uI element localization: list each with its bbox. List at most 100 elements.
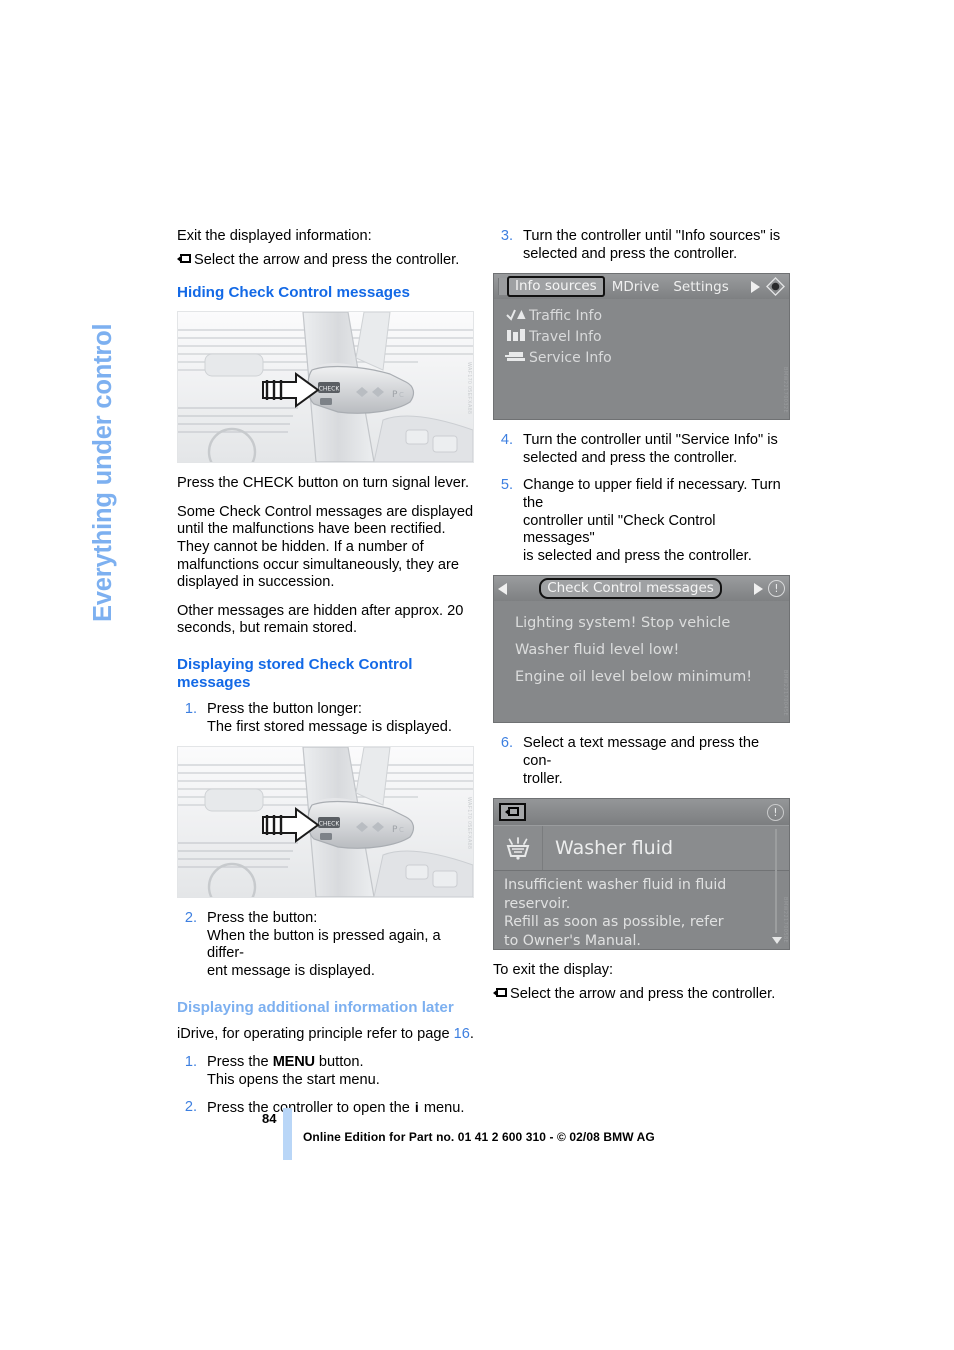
traffic-info-icon	[503, 307, 529, 325]
washer-fluid-icon	[494, 826, 543, 871]
step-number: 3.	[500, 228, 513, 244]
tab-info-sources[interactable]: Info sources	[507, 276, 605, 298]
step-text-line: The first stored message is displayed.	[207, 718, 452, 735]
step-text-line: ent message is displayed.	[207, 962, 375, 979]
step-text-suffix: menu.	[419, 1100, 465, 1117]
list-item-label: Traffic Info	[529, 307, 603, 324]
step-stored-1: 1. Press the button longer: The first st…	[177, 701, 475, 736]
screen-title: Washer fluid	[555, 837, 674, 860]
svg-text:C: C	[399, 826, 404, 834]
exit-info-action: Select the arrow and press the controlle…	[177, 252, 475, 270]
back-arrow-icon	[177, 253, 192, 265]
screen-title-bar: Check Control messages !	[494, 576, 789, 602]
step-4: 4. Turn the controller until "Service In…	[493, 432, 791, 467]
body-line: Insufficient washer fluid in fluid	[504, 877, 727, 894]
scrollbar-track	[775, 829, 777, 934]
idrive-note-text: iDrive, for operating principle refer to…	[177, 1025, 454, 1042]
step-3: 3. Turn the controller until "Info sourc…	[493, 228, 791, 263]
screen-info-sources: Info sources MDrive Settings Traffic Inf…	[493, 273, 790, 421]
step-5: 5. Change to upper field if necessary. T…	[493, 477, 791, 565]
back-arrow-icon	[493, 987, 508, 999]
body-line: to Owner's Manual.	[504, 932, 641, 949]
list-item-service-info[interactable]: Service Info	[494, 347, 789, 368]
list-item-label: Travel Info	[529, 328, 602, 345]
page-reference-link[interactable]: 16	[454, 1026, 470, 1042]
screen-list: Traffic Info Travel Info Service Info	[494, 299, 789, 406]
warning-indicator-icon: !	[767, 803, 784, 821]
step-number: 5.	[500, 477, 513, 494]
screen-tab-bar: Info sources MDrive Settings	[494, 274, 789, 300]
step-menu-1: 1. Press the MENU button. This opens the…	[177, 1054, 475, 1089]
step-text-line: is selected and press the controller.	[523, 547, 752, 564]
photo-id-code: WAF170 05EFXA88	[466, 797, 472, 850]
service-info-icon	[503, 349, 529, 367]
step-text-line: Turn the controller until "Info sources"…	[523, 228, 781, 244]
svg-text:C: C	[399, 391, 404, 399]
para-press-check: Press the CHECK button on turn signal le…	[177, 475, 470, 492]
left-column: Exit the displayed information: Select t…	[177, 228, 475, 1128]
list-item-travel-info[interactable]: Travel Info	[494, 326, 789, 347]
photo-turn-signal-lever-2: CHECK P C WAF170 05EFXA88	[177, 746, 474, 899]
photo-id-code: WAF170 05EFXA88	[466, 362, 472, 415]
list-item-traffic-info[interactable]: Traffic Info	[494, 305, 789, 326]
heading-displaying-stored: Displaying stored Check Control messages	[177, 655, 413, 691]
step-number: 4.	[500, 432, 513, 449]
step-text-line: Turn the controller until "Service Info"…	[523, 432, 778, 449]
step-text-line: Press the controller to open the i menu.	[207, 1099, 475, 1118]
list-item-message[interactable]: Washer fluid level low!	[494, 637, 789, 664]
svg-text:CHECK: CHECK	[319, 821, 341, 828]
step-number: 2.	[184, 1099, 197, 1116]
exit-display-label: To exit the display:	[493, 962, 614, 979]
scrollbar[interactable]	[772, 829, 782, 945]
previous-arrow-icon[interactable]	[498, 582, 507, 595]
step-number: 2.	[184, 910, 197, 927]
screen-check-control-messages: Check Control messages ! Lighting system…	[493, 575, 790, 724]
screen-title: Check Control messages	[539, 578, 722, 600]
screen-washer-fluid: ! Washer fluid Insufficient washer fluid…	[493, 798, 790, 951]
photo-turn-signal-lever-1: CHECK P C WAF170 05EFXA88	[177, 311, 474, 464]
tab-mdrive[interactable]: MDrive	[605, 279, 667, 295]
step-text-line: selected and press the controller.	[523, 449, 738, 466]
right-column: 3. Turn the controller until "Info sourc…	[493, 228, 791, 1014]
next-arrow-icon[interactable]	[754, 582, 763, 595]
heading-additional-info: Displaying additional information later	[177, 998, 454, 1016]
step-6: 6. Select a text message and press the c…	[493, 735, 791, 788]
body-line: Refill as soon as possible, refer	[504, 914, 724, 931]
step-stored-2: 2. Press the button: When the button is …	[177, 910, 475, 980]
tab-bar-edge	[498, 278, 507, 296]
step-text-line: When the button is pressed again, a diff…	[207, 927, 441, 962]
para-other-messages: Other messages are hidden after approx. …	[177, 602, 464, 637]
back-arrow-icon	[505, 806, 520, 818]
screen-header-row: Washer fluid	[494, 825, 789, 872]
exit-info-action-text: Select the arrow and press the controlle…	[194, 251, 460, 268]
page-number: 84	[262, 1111, 277, 1126]
footer-accent-bar	[283, 1108, 292, 1160]
exit-display-action-text: Select the arrow and press the controlle…	[510, 985, 776, 1002]
exit-display-action: Select the arrow and press the controlle…	[493, 986, 791, 1004]
exit-info-label: Exit the displayed information:	[177, 228, 372, 244]
travel-info-icon	[503, 328, 529, 346]
chapter-tab: Everything under control	[89, 222, 164, 622]
body-line: reservoir.	[504, 895, 571, 912]
back-button[interactable]	[499, 803, 526, 822]
step-text-line: controller until "Check Control messages…	[523, 512, 716, 547]
step-number: 1.	[184, 700, 197, 717]
scroll-down-arrow-icon[interactable]	[772, 937, 782, 945]
step-text-line: troller.	[523, 770, 563, 787]
idrive-note-period: .	[469, 1025, 474, 1042]
step-text-line: Press the button:	[207, 910, 318, 927]
chapter-title: Everything under control	[89, 323, 117, 622]
svg-text:P: P	[392, 390, 398, 400]
list-item-message[interactable]: Lighting system! Stop vehicle	[494, 610, 789, 637]
next-arrow-icon[interactable]	[751, 280, 760, 293]
tab-settings[interactable]: Settings	[666, 279, 735, 295]
step-number: 1.	[184, 1054, 197, 1071]
step-text-suffix: button.	[314, 1054, 364, 1071]
screen-id-code: BMW22170032E	[782, 367, 788, 414]
list-item-message[interactable]: Engine oil level below minimum!	[494, 664, 789, 691]
step-text-line: selected and press the controller.	[523, 245, 738, 262]
screen-id-code: BMW22170058E	[782, 897, 788, 944]
step-text-line: This opens the start menu.	[207, 1071, 380, 1088]
controller-diamond-icon[interactable]	[766, 277, 785, 297]
screen-title-bar: !	[494, 799, 789, 826]
